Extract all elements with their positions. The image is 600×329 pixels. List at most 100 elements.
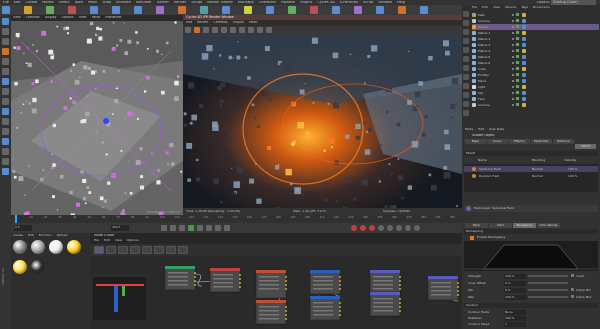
object-tag-icon[interactable] bbox=[522, 31, 526, 35]
left-tool-13-icon[interactable] bbox=[2, 138, 9, 145]
menu-edit[interactable]: Edit bbox=[14, 1, 21, 4]
object-manager-tool-8-icon[interactable] bbox=[463, 74, 469, 80]
node-shape-1-icon[interactable] bbox=[94, 246, 104, 254]
param-value-field[interactable]: 100 % bbox=[504, 273, 526, 279]
timeline[interactable]: 0102030405060708090100110120130140150160… bbox=[11, 215, 462, 223]
visibility-dot-icon[interactable] bbox=[512, 37, 514, 40]
shader-node[interactable] bbox=[255, 269, 287, 299]
attribute-menu-mode[interactable]: Mode bbox=[465, 128, 473, 131]
object-tag-icon[interactable] bbox=[522, 85, 526, 89]
attribute-menu-edit[interactable]: Edit bbox=[478, 128, 484, 131]
material-swatch[interactable] bbox=[31, 260, 45, 274]
node-shape-8-icon[interactable] bbox=[178, 246, 188, 254]
toolbar-tool-12-icon[interactable] bbox=[244, 6, 252, 14]
node-shape-3-icon[interactable] bbox=[118, 246, 128, 254]
material-menu-function[interactable]: Function bbox=[39, 234, 52, 237]
menu-x-particles[interactable]: X-Particles bbox=[340, 1, 358, 4]
menu-motion-tracker[interactable]: Motion Tracker bbox=[207, 1, 233, 4]
material-swatch[interactable] bbox=[13, 260, 27, 274]
object-menu-objects[interactable]: Objects bbox=[505, 6, 516, 9]
toolbar-tool-17-icon[interactable] bbox=[354, 6, 362, 14]
material-swatch[interactable] bbox=[31, 240, 45, 254]
transport-button-3-icon[interactable] bbox=[179, 225, 185, 231]
menu-script[interactable]: Script bbox=[363, 1, 373, 4]
toolbar-tool-14-icon[interactable] bbox=[288, 6, 296, 14]
left-tool-7-icon[interactable] bbox=[2, 78, 9, 85]
object-manager-tool-7-icon[interactable] bbox=[463, 65, 469, 71]
param-value-field[interactable]: 100 % bbox=[504, 294, 526, 300]
object-tag-icon[interactable] bbox=[522, 25, 526, 29]
visibility-dot-icon[interactable] bbox=[512, 31, 514, 34]
left-tool-12-icon[interactable] bbox=[2, 128, 9, 135]
object-enabled-check-icon[interactable] bbox=[516, 43, 519, 46]
render-tool-2-icon[interactable] bbox=[194, 27, 200, 33]
attribute-tab-parameter[interactable]: Parameter bbox=[531, 139, 552, 144]
menu-sculpt[interactable]: Sculpt bbox=[191, 1, 202, 4]
object-menu-file[interactable]: File bbox=[472, 6, 477, 9]
toolbar-tool-11-icon[interactable] bbox=[222, 6, 230, 14]
param-extra-checkbox[interactable] bbox=[571, 295, 574, 298]
end-frame-field[interactable]: 300 F bbox=[111, 225, 129, 231]
attribute-tab-effector[interactable]: Effector bbox=[509, 139, 530, 144]
param-value-field[interactable]: 0 % bbox=[504, 280, 526, 286]
left-tool-10-icon[interactable] bbox=[2, 108, 9, 115]
object-tag-icon[interactable] bbox=[522, 43, 526, 47]
render-menu-render[interactable]: Render bbox=[197, 21, 208, 24]
viewport-menu-display[interactable]: Display bbox=[45, 16, 57, 19]
key-button-2-icon[interactable] bbox=[360, 225, 366, 231]
render-tool-9-icon[interactable] bbox=[257, 27, 263, 33]
menu-create[interactable]: Create bbox=[26, 1, 38, 4]
render-tool-5-icon[interactable] bbox=[221, 27, 227, 33]
render-tool-8-icon[interactable] bbox=[248, 27, 254, 33]
object-tag-icon[interactable] bbox=[522, 55, 526, 59]
param-extra-checkbox[interactable] bbox=[571, 274, 574, 277]
toolbar-tool-15-icon[interactable] bbox=[310, 6, 318, 14]
shader-node[interactable] bbox=[164, 265, 196, 291]
object-enabled-check-icon[interactable] bbox=[516, 31, 519, 34]
left-tool-6-icon[interactable] bbox=[2, 68, 9, 75]
shader-node[interactable] bbox=[209, 267, 241, 293]
param-value-field[interactable]: 0 % bbox=[504, 287, 526, 293]
param-value-field[interactable]: 1 bbox=[504, 321, 526, 327]
shader-node[interactable] bbox=[309, 269, 341, 295]
render-tool-10-icon[interactable] bbox=[266, 27, 272, 33]
object-tag-icon[interactable] bbox=[522, 79, 526, 83]
transport-button-4-icon[interactable] bbox=[188, 225, 194, 231]
visibility-dot-icon[interactable] bbox=[512, 67, 514, 70]
remap-graph[interactable] bbox=[464, 241, 598, 271]
menu-window[interactable]: Window bbox=[378, 1, 392, 4]
object-enabled-check-icon[interactable] bbox=[516, 13, 519, 16]
object-manager-tool-3-icon[interactable] bbox=[463, 29, 469, 35]
object-manager-tool-1-icon[interactable] bbox=[463, 11, 469, 17]
node-graph[interactable] bbox=[90, 256, 462, 329]
render-tool-6-icon[interactable] bbox=[230, 27, 236, 33]
visibility-dot-icon[interactable] bbox=[512, 91, 514, 94]
enable-remapping[interactable]: Enable Remapping bbox=[466, 235, 546, 240]
visibility-dot-icon[interactable] bbox=[512, 49, 514, 52]
key-button-1-icon[interactable] bbox=[351, 225, 357, 231]
visibility-dot-icon[interactable] bbox=[512, 73, 514, 76]
attribute-tab-coord[interactable]: Coord. bbox=[487, 139, 508, 144]
param-slider[interactable] bbox=[528, 282, 568, 284]
left-tool-5-icon[interactable] bbox=[2, 58, 9, 65]
menu-character[interactable]: Character bbox=[259, 1, 276, 4]
visibility-dot-icon[interactable] bbox=[512, 43, 514, 46]
toolbar-tool-8-icon[interactable] bbox=[156, 6, 164, 14]
playhead[interactable] bbox=[15, 215, 17, 223]
viewport-canvas[interactable] bbox=[11, 21, 183, 218]
enable-remapping-checkbox[interactable] bbox=[470, 235, 474, 240]
toolbar-tool-10-icon[interactable] bbox=[200, 6, 208, 14]
visibility-dot-icon[interactable] bbox=[512, 79, 514, 82]
node-editor-menu-options[interactable]: Options bbox=[127, 239, 139, 242]
material-swatch[interactable] bbox=[13, 240, 27, 254]
toolbar-tool-20-icon[interactable] bbox=[420, 6, 428, 14]
left-tool-15-icon[interactable] bbox=[2, 158, 9, 165]
toolbar-tool-3-icon[interactable] bbox=[46, 6, 54, 14]
object-manager-tool-11-icon[interactable] bbox=[463, 101, 469, 107]
object-enabled-check-icon[interactable] bbox=[516, 85, 519, 88]
material-menu-create[interactable]: Create bbox=[13, 234, 23, 237]
key-button-7-icon[interactable] bbox=[405, 225, 411, 231]
transport-button-1-icon[interactable] bbox=[161, 225, 167, 231]
menu-pipeline[interactable]: Pipeline bbox=[281, 1, 295, 4]
object-enabled-check-icon[interactable] bbox=[516, 79, 519, 82]
